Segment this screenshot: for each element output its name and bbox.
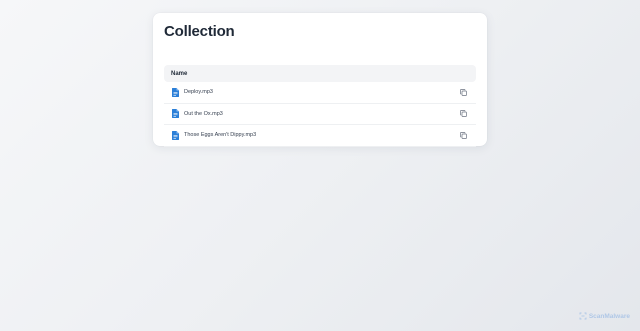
page-title: Collection [164, 23, 235, 40]
table-header: Name [164, 65, 476, 82]
copy-icon [460, 88, 467, 96]
table-row[interactable]: Deploy.mp3 [164, 82, 476, 104]
table-row[interactable]: Those Eggs Aren't Dippy.mp3 [164, 125, 476, 147]
copy-button[interactable] [459, 109, 468, 118]
file-name[interactable]: Those Eggs Aren't Dippy.mp3 [184, 132, 459, 138]
scanmalware-watermark: ScanMalware [579, 312, 630, 320]
file-icon [172, 87, 179, 97]
file-table: Name Deploy.mp3 Out the Ox.mp3 Those Egg… [164, 65, 476, 147]
scanmalware-logo-icon [579, 312, 587, 320]
copy-icon [460, 131, 467, 139]
copy-button[interactable] [459, 131, 468, 140]
file-name[interactable]: Out the Ox.mp3 [184, 111, 459, 117]
column-header-name: Name [171, 70, 188, 77]
copy-button[interactable] [459, 88, 468, 97]
file-icon [172, 130, 179, 140]
collection-card: Collection Name Deploy.mp3 Out the Ox.mp… [153, 13, 487, 147]
copy-icon [460, 110, 467, 118]
table-row[interactable]: Out the Ox.mp3 [164, 104, 476, 125]
watermark-label: ScanMalware [588, 312, 630, 320]
file-name[interactable]: Deploy.mp3 [184, 89, 459, 95]
file-icon [172, 109, 179, 119]
